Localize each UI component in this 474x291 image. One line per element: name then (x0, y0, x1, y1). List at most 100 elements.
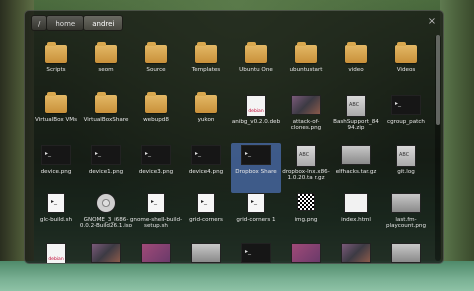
file-label: device.png (40, 169, 72, 175)
file-row: device.png device1.png device3.png device4.… (31, 143, 431, 193)
file-item[interactable]: Ubuntu One (231, 42, 281, 93)
folder-icon (195, 42, 217, 63)
file-item[interactable]: natty (Running) (281, 241, 331, 263)
file-label: GNOME_3_i686-0.0.2-Build26.1.iso (79, 217, 133, 230)
file-item[interactable]: device1.png (81, 143, 131, 193)
file-item[interactable]: elfhacks.tar.gz (331, 143, 381, 193)
folder-icon (295, 42, 317, 63)
file-item[interactable]: img.png (281, 191, 331, 241)
file-item[interactable]: VirtualBox VMs (31, 92, 81, 143)
file-label: glc-build.sh (39, 217, 73, 223)
file-label: Scripts (46, 67, 66, 73)
file-item[interactable]: index.html (331, 191, 381, 241)
file-item[interactable]: VirtualBoxShare (81, 92, 131, 143)
file-item[interactable]: attack-of-clones.png (281, 93, 331, 143)
shot2-file-icon (191, 243, 221, 263)
disc-file-icon (96, 193, 116, 213)
file-item[interactable]: yukon (181, 92, 231, 143)
tar-file-icon (346, 95, 366, 117)
file-item[interactable]: grid-corners 1 (231, 191, 281, 241)
term-file-icon (391, 95, 421, 115)
file-item[interactable]: git.log (381, 143, 431, 193)
file-label: device3.png (138, 169, 174, 175)
wallpaper-water (0, 261, 474, 291)
file-item[interactable]: BashSupport_84 94.zip (331, 93, 381, 143)
term-file-icon (191, 145, 221, 165)
folder-icon (45, 92, 67, 113)
file-item[interactable]: Dropbox Share (231, 143, 281, 193)
file-row: VirtualBox VMs VirtualBoxShare webupd8 yuko… (31, 92, 431, 143)
scrollbar-thumb[interactable] (436, 35, 440, 125)
folder-icon (95, 92, 117, 113)
file-item[interactable]: device.png (31, 143, 81, 193)
term-file-icon (41, 145, 71, 165)
file-item[interactable]: metacity... (181, 241, 231, 263)
qr-file-icon (297, 193, 315, 211)
file-item[interactable]: last.fm-playcount.png (381, 191, 431, 241)
file-item[interactable]: GNOME_3_i686-0.0.2-Build26.1.iso (79, 191, 133, 241)
file-label: grid-corners 1 (236, 217, 276, 223)
file-item[interactable]: grid-corners (181, 191, 231, 241)
file-item[interactable]: libreoffice... (81, 241, 131, 263)
file-label: attack-of-clones.png (290, 119, 322, 132)
breadcrumb-root[interactable]: / (31, 15, 48, 31)
pink-file-icon (141, 243, 171, 263)
file-label: Source (146, 67, 166, 73)
file-item[interactable]: cgroup_patch (381, 93, 431, 143)
white-file-icon (344, 193, 368, 213)
file-label: device1.png (88, 169, 124, 175)
file-item[interactable]: natty (Running) (331, 241, 381, 263)
file-item[interactable]: ubuntustart (281, 42, 331, 93)
file-item[interactable]: Templates (181, 42, 231, 93)
script-file-icon (147, 193, 165, 213)
file-item[interactable]: mouse... (231, 241, 281, 263)
file-item[interactable]: glc-build.sh (31, 191, 81, 241)
debian-file-icon (46, 243, 66, 263)
file-label: dropbox-lnx.x86-1.0.20.ta r.gz (282, 169, 330, 182)
file-item[interactable]: webupd8 (131, 92, 181, 143)
file-item[interactable]: video (331, 42, 381, 93)
file-label: img.png (294, 217, 318, 223)
close-icon[interactable]: × (425, 15, 439, 29)
file-label: video (348, 67, 364, 73)
breadcrumb-andrei[interactable]: andrei (83, 15, 124, 31)
folder-icon (395, 42, 417, 63)
wallpaper-tree-right (440, 0, 474, 291)
file-label: last.fm-playcount.png (385, 217, 427, 230)
file-item[interactable]: device3.png (131, 143, 181, 193)
file-label: seom (98, 67, 114, 73)
folder-icon (345, 42, 367, 63)
tar-file-icon (396, 145, 416, 167)
term-file-icon (141, 145, 171, 165)
vertical-scrollbar[interactable] (435, 35, 441, 261)
script-file-icon (47, 193, 65, 213)
file-item[interactable]: natty (Running) (381, 241, 431, 263)
shot2-file-icon (341, 145, 371, 165)
term-file-icon (241, 145, 271, 165)
file-item[interactable]: libgnoaml_6.7 (31, 241, 81, 263)
breadcrumb: / home andrei (31, 15, 124, 31)
file-item[interactable]: anibg_v0.2.0.deb (231, 93, 281, 143)
file-item[interactable]: mashana.png (131, 241, 181, 263)
file-row: libgnoaml_6.7libreoffice...mashana.pngme… (31, 241, 431, 263)
file-item[interactable]: gnome-shell-build-setup.sh (129, 191, 183, 241)
file-label: VirtualBox VMs (34, 117, 78, 123)
breadcrumb-home[interactable]: home (46, 15, 85, 31)
file-item[interactable]: device4.png (181, 143, 231, 193)
file-item[interactable]: Scripts (31, 42, 81, 93)
file-label: cgroup_patch (387, 119, 425, 125)
file-item[interactable]: seom (81, 42, 131, 93)
file-browser-window: / home andrei × Scripts seom Source Templat… (24, 10, 444, 264)
folder-icon (45, 42, 67, 63)
shot2-file-icon (391, 243, 421, 263)
file-item[interactable]: Videos (381, 42, 431, 93)
shot-file-icon (291, 95, 321, 115)
shot-file-icon (91, 243, 121, 263)
folder-icon (245, 42, 267, 63)
file-row: Scripts seom Source Templates Ubuntu One ubun… (31, 42, 431, 93)
file-label: grid-corners (189, 217, 223, 223)
file-label: gnome-shell-build-setup.sh (129, 217, 183, 230)
file-item[interactable]: Source (131, 42, 181, 93)
debian-file-icon (246, 95, 266, 117)
file-item[interactable]: dropbox-lnx.x86-1.0.20.ta r.gz (281, 143, 331, 193)
